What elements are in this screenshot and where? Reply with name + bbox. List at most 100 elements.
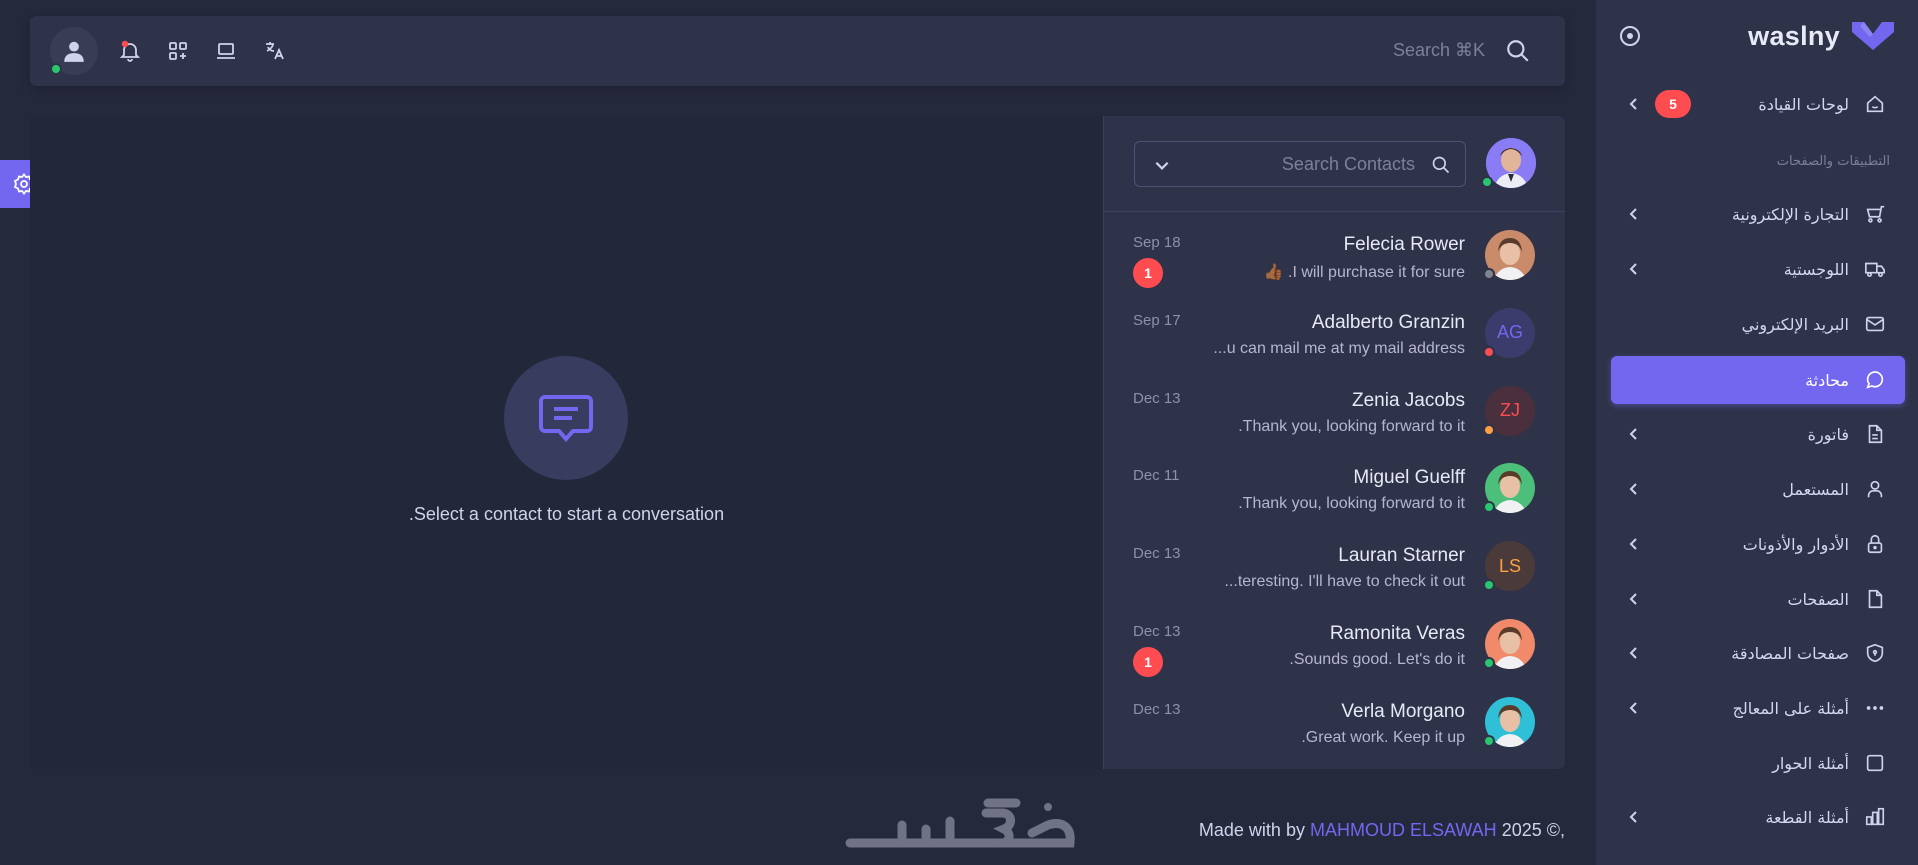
brand[interactable]: waslny bbox=[1618, 14, 1896, 58]
avatar-initials: ZJ bbox=[1500, 400, 1520, 421]
bell-icon[interactable] bbox=[118, 39, 142, 63]
status-dot bbox=[1483, 579, 1495, 592]
sidebar-item-widgets[interactable]: أمثلة القطعة bbox=[1611, 793, 1905, 841]
sidebar-item-wizard[interactable]: أمثلة على المعالج bbox=[1611, 684, 1905, 732]
contact-date: Sep 17 bbox=[1133, 311, 1181, 329]
sidebar-item-label: صفحات المصادقة bbox=[1731, 643, 1849, 663]
footer-prefix: Made with by bbox=[1198, 820, 1305, 840]
contacts-panel: Search Contacts Felecia Rower 👍🏾 .I will … bbox=[1103, 116, 1565, 769]
status-dot bbox=[1483, 734, 1495, 747]
translate-icon[interactable] bbox=[262, 39, 286, 63]
contact-date: Dec 11 bbox=[1133, 467, 1180, 485]
contact-date: Dec 13 bbox=[1133, 700, 1181, 718]
search-placeholder: Search Contacts bbox=[1281, 154, 1415, 174]
contact-item[interactable]: Verla Morgano .Great work. Keep it up Dec … bbox=[1103, 685, 1565, 763]
contact-date: Dec 13 bbox=[1133, 545, 1181, 563]
chevron-left-icon bbox=[1625, 95, 1643, 113]
contact-name: Felecia Rower bbox=[1343, 234, 1465, 255]
contact-item[interactable]: Felecia Rower 👍🏾 .I will purchase it for … bbox=[1103, 218, 1565, 296]
chevron-left-icon bbox=[1625, 425, 1643, 443]
sidebar-item-label: محادثة bbox=[1805, 370, 1849, 390]
status-dot bbox=[1483, 423, 1495, 436]
sidebar-item-label: المستعمل bbox=[1782, 479, 1849, 499]
online-status-dot bbox=[1481, 176, 1493, 188]
contact-last-message: .Thank you, looking forward to it bbox=[1238, 417, 1465, 435]
sidebar-item-logistics[interactable]: اللوجستية bbox=[1611, 245, 1905, 293]
apps-icon[interactable] bbox=[166, 39, 190, 63]
chat-start-button[interactable] bbox=[504, 356, 628, 480]
status-dot bbox=[1483, 657, 1495, 669]
contact-date: Dec 13 bbox=[1133, 389, 1181, 407]
avatar-initials: AG bbox=[1496, 322, 1523, 343]
contact-last-message: 👍🏾 .I will purchase it for sure bbox=[1263, 264, 1465, 281]
file-icon bbox=[1863, 587, 1887, 611]
contact-search-field[interactable]: Search Contacts bbox=[1134, 141, 1466, 187]
contact-item[interactable]: AG Adalberto Granzin ...u can mail me at m… bbox=[1103, 296, 1565, 374]
truck-icon bbox=[1863, 257, 1887, 281]
brand-name: waslny bbox=[1748, 20, 1840, 51]
sidebar-item-label: الصفحات bbox=[1787, 589, 1849, 609]
sidebar-item-pages[interactable]: الصفحات bbox=[1611, 575, 1905, 623]
search-trigger-label[interactable]: Search ⌘K bbox=[1393, 40, 1485, 61]
shield-icon bbox=[1863, 641, 1887, 665]
chat-icon bbox=[1863, 368, 1887, 392]
contact-name: Verla Morgano bbox=[1341, 700, 1465, 722]
status-dot bbox=[1483, 345, 1495, 358]
chevron-down-icon[interactable] bbox=[1153, 156, 1171, 174]
sidebar-item-label: فاتورة bbox=[1807, 424, 1849, 444]
my-avatar[interactable] bbox=[1486, 138, 1536, 188]
chevron-left-icon bbox=[1625, 480, 1643, 498]
chevron-left-icon bbox=[1625, 644, 1643, 662]
sidebar-item-dashboards[interactable]: لوحات القيادة 5 bbox=[1611, 80, 1905, 128]
contact-date: Sep 18 bbox=[1133, 234, 1181, 251]
contact-item[interactable]: Ramonita Veras .Sounds good. Let's do it D… bbox=[1103, 607, 1565, 685]
contact-name: Lauran Starner bbox=[1338, 545, 1465, 567]
contact-name: Miguel Guelff bbox=[1353, 467, 1465, 489]
chevron-left-icon bbox=[1625, 205, 1643, 223]
smart-home-icon bbox=[1863, 92, 1887, 116]
online-status-dot bbox=[50, 63, 62, 75]
sidebar-item-invoice[interactable]: فاتورة bbox=[1611, 410, 1905, 458]
contact-last-message: ...teresting. I'll have to check it out bbox=[1224, 573, 1465, 591]
sidebar-item-dialogs[interactable]: أمثلة الحوار bbox=[1611, 739, 1905, 787]
sidebar-item-label: البريد الإلكتروني bbox=[1741, 314, 1849, 334]
sidebar-item-auth-pages[interactable]: صفحات المصادقة bbox=[1611, 629, 1905, 677]
brand-logo-icon bbox=[1852, 22, 1894, 50]
contacts-header: Search Contacts bbox=[1104, 116, 1565, 212]
sidebar-item-chat[interactable]: محادثة bbox=[1611, 356, 1905, 404]
status-dot bbox=[1483, 501, 1495, 514]
top-navbar: Search ⌘K bbox=[30, 16, 1565, 86]
sidebar-item-roles[interactable]: الأدوار والأذونات bbox=[1611, 520, 1905, 568]
chevron-left-icon bbox=[1625, 260, 1643, 278]
search-icon[interactable] bbox=[1505, 38, 1531, 64]
user-icon bbox=[64, 41, 84, 62]
contact-item[interactable]: LS Lauran Starner ...teresting. I'll have … bbox=[1103, 529, 1565, 607]
sidebar-item-user[interactable]: المستعمل bbox=[1611, 465, 1905, 513]
chat-app: .Select a contact to start a conversatio… bbox=[30, 116, 1565, 769]
status-dot bbox=[1483, 268, 1495, 280]
lock-icon bbox=[1863, 532, 1887, 556]
footer-copyright: Made with by MAHMOUD ELSAWAH 2025 ©, bbox=[1199, 820, 1565, 841]
message-icon bbox=[539, 395, 593, 443]
chevron-left-icon bbox=[1625, 535, 1643, 553]
contact-item[interactable]: ZJ Zenia Jacobs .Thank you, looking forwar… bbox=[1103, 374, 1565, 452]
footer-suffix: 2025 ©, bbox=[1501, 820, 1565, 840]
chevron-left-icon bbox=[1625, 808, 1643, 826]
author-link[interactable]: MAHMOUD ELSAWAH bbox=[1310, 820, 1497, 840]
sidebar-item-email[interactable]: البريد الإلكتروني bbox=[1611, 300, 1905, 348]
sidebar-item-label: أمثلة على المعالج bbox=[1732, 698, 1849, 718]
square-icon bbox=[1863, 751, 1887, 775]
contact-last-message: .Sounds good. Let's do it bbox=[1289, 651, 1465, 668]
empty-state-message: .Select a contact to start a conversatio… bbox=[408, 504, 725, 524]
laptop-icon[interactable] bbox=[214, 39, 238, 63]
contact-last-message: .Thank you, looking forward to it bbox=[1238, 495, 1465, 513]
menu-toggle-icon[interactable] bbox=[1618, 24, 1642, 48]
avatar-initials: LS bbox=[1498, 555, 1522, 576]
sidebar-item-label: أمثلة القطعة bbox=[1765, 807, 1849, 827]
contact-name: Adalberto Granzin bbox=[1311, 311, 1465, 333]
cart-icon bbox=[1863, 202, 1887, 226]
sidebar-item-ecommerce[interactable]: التجارة الإلكترونية bbox=[1611, 190, 1905, 238]
chevron-left-icon bbox=[1625, 590, 1643, 608]
user-icon bbox=[1863, 477, 1887, 501]
contact-item[interactable]: Miguel Guelff .Thank you, looking forward… bbox=[1103, 451, 1565, 529]
